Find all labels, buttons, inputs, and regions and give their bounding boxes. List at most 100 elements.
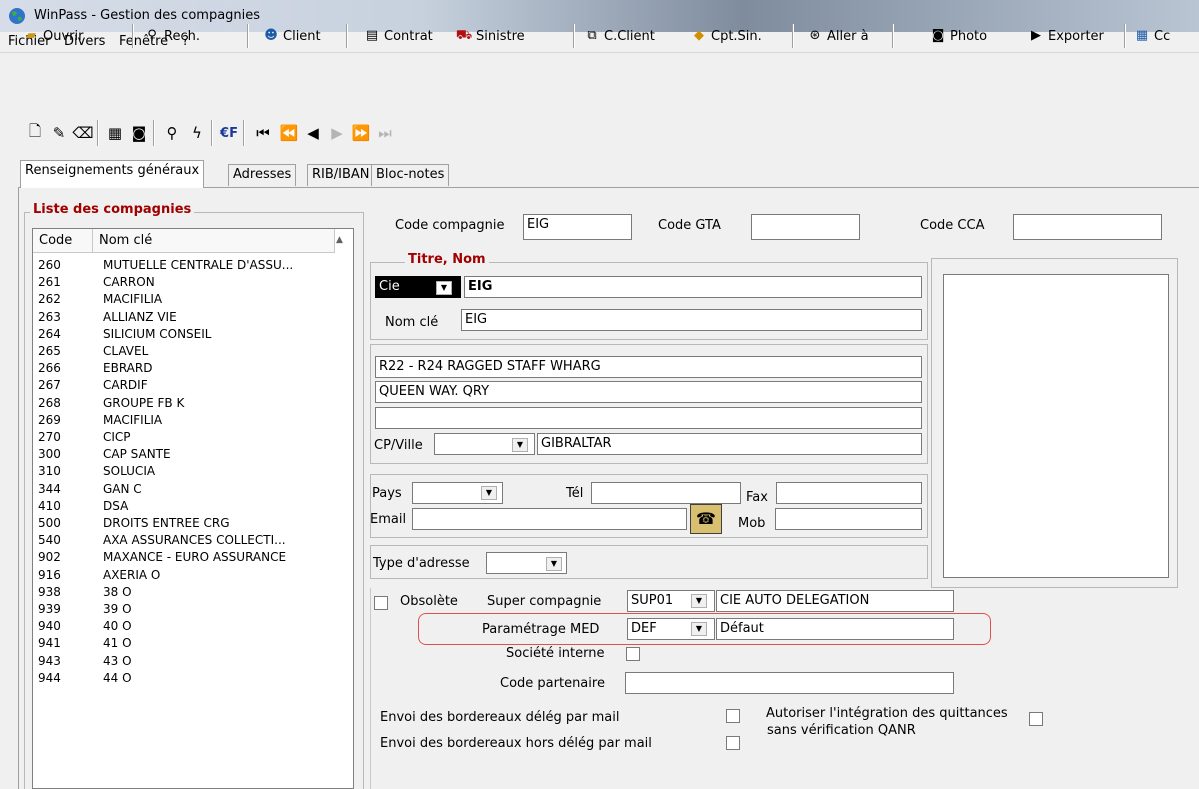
list-item[interactable]: 940 40 O — [33, 619, 333, 636]
scroll-up-arrow-icon[interactable]: ▲ — [336, 235, 343, 245]
tab-bloc-notes[interactable]: Bloc-notes — [371, 164, 450, 186]
societe-interne-checkbox[interactable] — [626, 647, 640, 661]
code-partenaire-field[interactable] — [625, 672, 954, 694]
cptsin-button[interactable]: ◆ Cpt.Sin. — [690, 24, 762, 48]
code-cca-field[interactable] — [1013, 214, 1162, 240]
photo-button[interactable]: ◙ Photo — [929, 24, 987, 48]
list-item[interactable]: 264 SILICIUM CONSEIL — [33, 327, 333, 344]
nom-field[interactable]: EIG — [464, 276, 922, 298]
cclient-label: C.Client — [604, 28, 655, 44]
rech-button[interactable]: ⚲ Rech. — [143, 24, 200, 48]
list-item-name: CICP — [103, 430, 131, 444]
code-gta-field[interactable] — [751, 214, 860, 240]
calculator-icon[interactable]: ▦ — [104, 122, 126, 144]
folder-open-icon: ▰ — [26, 28, 36, 43]
list-item[interactable]: 261 CARRON — [33, 275, 333, 292]
contrat-button[interactable]: ▤ Contrat — [363, 24, 433, 48]
cc-button[interactable]: ▦ Cc — [1133, 24, 1170, 48]
chevron-down-icon[interactable]: ▼ — [481, 486, 497, 500]
list-item[interactable]: 310 SOLUCIA — [33, 464, 333, 481]
list-item[interactable]: 269 MACIFILIA — [33, 413, 333, 430]
binoculars-icon[interactable]: ⚲ — [161, 122, 183, 144]
previous-page-icon[interactable]: ⏪ — [278, 122, 300, 144]
list-item[interactable]: 300 CAP SANTE — [33, 447, 333, 464]
toolbar-separator — [892, 24, 894, 48]
address-line-2[interactable]: QUEEN WAY. QRY — [375, 381, 922, 403]
client-button[interactable]: ☻ Client — [262, 24, 320, 48]
super-compagnie-name[interactable]: CIE AUTO DELEGATION — [716, 590, 954, 612]
new-document-icon[interactable]: 🗋 — [24, 122, 46, 144]
list-item[interactable]: 943 43 O — [33, 654, 333, 671]
list-item[interactable]: 938 38 O — [33, 585, 333, 602]
obsolete-checkbox[interactable] — [374, 596, 388, 610]
euro-franc-button[interactable]: €F — [218, 122, 240, 144]
nom-cle-field[interactable]: EIG — [461, 309, 922, 331]
address-line-1[interactable]: R22 - R24 RAGGED STAFF WHARG — [375, 356, 922, 378]
list-item[interactable]: 265 CLAVEL — [33, 344, 333, 361]
list-item[interactable]: 500 DROITS ENTREE CRG — [33, 516, 333, 533]
email-field[interactable] — [412, 508, 687, 530]
previous-record-icon[interactable]: ◀ — [302, 122, 324, 144]
parametrage-med-name[interactable]: Défaut — [716, 618, 954, 640]
cclient-button[interactable]: ⧉ C.Client — [583, 24, 655, 48]
address-line-3[interactable] — [375, 407, 922, 429]
next-record-icon[interactable]: ▶ — [326, 122, 348, 144]
next-page-icon[interactable]: ⏩ — [350, 122, 372, 144]
list-item[interactable]: 266 EBRARD — [33, 361, 333, 378]
autoriser-checkbox[interactable] — [1029, 712, 1043, 726]
camera-icon[interactable]: ◙ — [128, 122, 150, 144]
list-item-name: 40 O — [103, 619, 132, 634]
list-item-name: 38 O — [103, 584, 132, 599]
tel-field[interactable] — [591, 482, 741, 504]
list-item[interactable]: 939 39 O — [33, 602, 333, 619]
list-item-name: EBRARD — [103, 361, 153, 376]
ville-field[interactable]: GIBRALTAR — [537, 433, 922, 455]
eraser-icon[interactable]: ⌫ — [72, 122, 94, 144]
client-account-icon: ⧉ — [587, 28, 597, 43]
column-header-nom[interactable]: Nom clé — [93, 229, 335, 253]
fax-machine-icon[interactable]: ☎ — [690, 504, 722, 534]
list-item[interactable]: 262 MACIFILIA — [33, 292, 333, 309]
list-item[interactable]: 410 DSA — [33, 499, 333, 516]
envoi-hors-deleg-checkbox[interactable] — [726, 736, 740, 750]
last-record-icon[interactable]: ⏭ — [374, 122, 396, 144]
list-item[interactable]: 260 MUTUELLE CENTRALE D'ASSU... — [33, 258, 333, 275]
fax-field[interactable] — [776, 482, 922, 504]
code-compagnie-field[interactable]: EIG — [523, 214, 632, 240]
chevron-down-icon[interactable]: ▼ — [691, 622, 707, 636]
list-item-code: 540 — [38, 533, 61, 548]
list-item[interactable]: 944 44 O — [33, 671, 333, 688]
allera-label: Aller à — [827, 28, 869, 44]
list-item[interactable]: 344 GAN C — [33, 482, 333, 499]
code-partenaire-label: Code partenaire — [500, 676, 605, 691]
first-record-icon[interactable]: ⏮ — [252, 122, 274, 144]
sinistre-button[interactable]: ⛟ Sinistre — [455, 24, 525, 48]
lightning-icon[interactable]: ϟ — [186, 122, 208, 144]
chevron-down-icon[interactable]: ▼ — [691, 594, 707, 608]
list-item[interactable]: 902 MAXANCE - EURO ASSURANCE — [33, 550, 333, 567]
list-item[interactable]: 267 CARDIF — [33, 378, 333, 395]
list-item[interactable]: 268 GROUPE FB K — [33, 396, 333, 413]
list-item-code: 944 — [38, 670, 61, 685]
fax-label: Fax — [746, 490, 768, 505]
envoi-deleg-checkbox[interactable] — [726, 709, 740, 723]
company-list[interactable]: Code Nom clé ▲ 260 MUTUELLE CENTRALE D'AS… — [32, 228, 354, 789]
list-item[interactable]: 941 41 O — [33, 636, 333, 653]
chevron-down-icon[interactable]: ▼ — [546, 557, 562, 571]
column-header-code[interactable]: Code — [33, 229, 93, 253]
exporter-button[interactable]: ▶ Exporter — [1027, 24, 1104, 48]
list-item[interactable]: 916 AXERIA O — [33, 568, 333, 585]
tab-renseignements[interactable]: Renseignements généraux — [20, 160, 205, 188]
chevron-down-icon[interactable]: ▼ — [436, 281, 452, 295]
ouvrir-button[interactable]: ▰ Ouvrir — [22, 24, 83, 48]
chevron-down-icon[interactable]: ▼ — [512, 438, 528, 452]
mob-field[interactable] — [775, 508, 922, 530]
list-item[interactable]: 540 AXA ASSURANCES COLLECTI... — [33, 533, 333, 550]
list-item[interactable]: 270 CICP — [33, 430, 333, 447]
list-item[interactable]: 263 ALLIANZ VIE — [33, 310, 333, 327]
edit-pencil-icon[interactable]: ✎ — [48, 122, 70, 144]
tab-rib-iban[interactable]: RIB/IBAN — [307, 164, 375, 186]
client-icon: ☻ — [264, 28, 278, 43]
tab-adresses[interactable]: Adresses — [228, 164, 297, 186]
allera-button[interactable]: ⊛ Aller à — [806, 24, 869, 48]
